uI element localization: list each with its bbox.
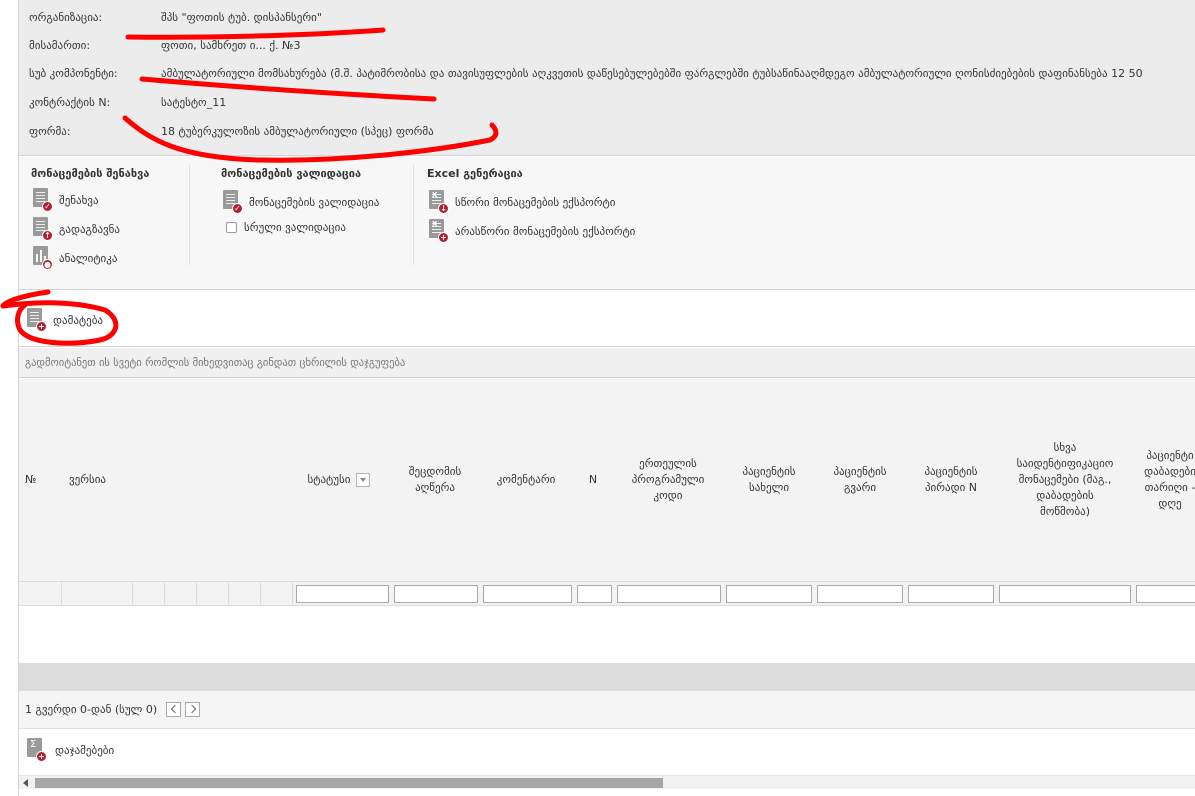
save-label: შენახვა bbox=[59, 193, 99, 207]
excel-export-icon: + bbox=[427, 219, 449, 243]
send-label: გადაგზავნა bbox=[59, 222, 121, 236]
grid-filter-row bbox=[19, 581, 1195, 606]
ribbon-group-validate: მონაცემების ვალიდაცია ✓ მონაცემების ვალი… bbox=[221, 157, 401, 290]
column-header-status[interactable]: სტატუსი bbox=[289, 379, 389, 581]
filter-cell bbox=[165, 582, 197, 605]
unit-code-filter-input[interactable] bbox=[617, 585, 721, 603]
add-label: დამატება bbox=[53, 313, 103, 327]
column-header-patient-surname[interactable]: პაციენტის გვარი bbox=[816, 379, 904, 581]
info-label: მისამართი: bbox=[29, 39, 91, 52]
analytics-label: ანალიტიკა bbox=[59, 251, 118, 265]
pager: 1 გვერდი 0-დან (სულ 0) bbox=[19, 691, 1195, 729]
analytics-button[interactable]: ● ანალიტიკა bbox=[31, 246, 117, 270]
group-panel-hint: გადმოიტანეთ ის სვეტი რომლის მიხედვითაც გ… bbox=[19, 348, 1195, 378]
grid-data-area bbox=[19, 607, 1195, 663]
main-frame: ორგანიზაცია: შპს "ფოთის ტუბ. დისპანსერი"… bbox=[18, 0, 1195, 796]
filter-cell bbox=[62, 582, 133, 605]
column-header-patient-birth-date[interactable]: პაციენტი დაბადები თარიღი - დღე bbox=[1135, 379, 1195, 581]
info-value: შპს "ფოთის ტუბ. დისპანსერი" bbox=[161, 11, 322, 24]
group-divider bbox=[189, 165, 190, 265]
ribbon-group-save: მონაცემების შენახვა ✓ შენახვა ↑ გადაგზავ… bbox=[31, 157, 181, 290]
save-doc-icon: ✓ bbox=[31, 188, 53, 212]
other-id-filter-input[interactable] bbox=[999, 585, 1131, 603]
filter-cell bbox=[197, 582, 229, 605]
status-filter-input[interactable] bbox=[296, 585, 389, 603]
scroll-left-icon[interactable] bbox=[23, 779, 28, 787]
totals-label: დაჯამებები bbox=[55, 743, 115, 757]
error-filter-input[interactable] bbox=[394, 585, 478, 603]
info-panel: ორგანიზაცია: შპს "ფოთის ტუბ. დისპანსერი"… bbox=[19, 0, 1195, 156]
grid-header: № ვერსია სტატუსი შეცდომის აღწერა კომენტარ… bbox=[19, 379, 1195, 581]
filter-cell bbox=[19, 582, 62, 605]
info-label: სუბ კომპონენტი: bbox=[29, 67, 118, 80]
info-label: კონტრაქტის N: bbox=[29, 96, 111, 109]
group-divider bbox=[413, 165, 414, 265]
add-button[interactable]: + დამატება bbox=[25, 308, 103, 332]
group-title: მონაცემების შენახვა bbox=[31, 167, 150, 180]
pager-summary: 1 გვერდი 0-დან (სულ 0) bbox=[25, 703, 158, 716]
filter-cell bbox=[229, 582, 261, 605]
export-correct-button[interactable]: ↓ სწორი მონაცემების ექსპორტი bbox=[427, 190, 615, 214]
column-header-other-identification[interactable]: სხვა საიდენტიფიკაციო მონაცემები (მაგ., დაბა… bbox=[998, 379, 1132, 581]
info-value: ამბულატორიული მომსახურება (მ.შ. პატიმრობ… bbox=[161, 67, 1143, 80]
column-header-version[interactable]: ვერსია bbox=[63, 379, 163, 581]
column-header-patient-name[interactable]: პაციენტის სახელი bbox=[725, 379, 813, 581]
patient-name-filter-input[interactable] bbox=[726, 585, 812, 603]
comment-filter-input[interactable] bbox=[483, 585, 572, 603]
export-incorrect-label: არასწორი მონაცემების ექსპორტი bbox=[455, 224, 636, 238]
horizontal-scrollbar[interactable] bbox=[19, 775, 1195, 789]
grid-toolbar: + დამატება bbox=[19, 291, 1195, 347]
totals-button[interactable]: + დაჯამებები bbox=[25, 738, 114, 762]
info-value: 18 ტუბერკულოზის ამბულატორიული (სპეც) ფორ… bbox=[161, 125, 434, 138]
info-value: სატესტო_11 bbox=[161, 96, 227, 109]
status-dropdown-icon[interactable] bbox=[356, 473, 371, 487]
column-header-n[interactable]: N bbox=[575, 379, 611, 581]
add-doc-icon: + bbox=[25, 308, 47, 332]
full-validation-checkbox[interactable]: სრული ვალიდაცია bbox=[221, 215, 346, 239]
column-header-error-description[interactable]: შეცდომის აღწერა bbox=[393, 379, 477, 581]
validate-label: მონაცემების ვალიდაცია bbox=[249, 195, 380, 209]
column-header-unit-program-code[interactable]: ერთეულის პროგრამული კოდი bbox=[615, 379, 721, 581]
info-label: ფორმა: bbox=[29, 125, 71, 138]
group-title: Excel გენერაცია bbox=[427, 167, 523, 180]
validate-doc-icon: ✓ bbox=[221, 190, 243, 214]
info-label: ორგანიზაცია: bbox=[29, 11, 103, 24]
export-incorrect-button[interactable]: + არასწორი მონაცემების ექსპორტი bbox=[427, 219, 635, 243]
export-correct-label: სწორი მონაცემების ექსპორტი bbox=[455, 195, 616, 209]
scrollbar-thumb[interactable] bbox=[35, 778, 663, 788]
sigma-icon: + bbox=[25, 738, 47, 762]
ribbon-toolbar: მონაცემების შენახვა ✓ შენახვა ↑ გადაგზავ… bbox=[19, 157, 1195, 290]
patient-id-filter-input[interactable] bbox=[908, 585, 994, 603]
pager-prev-button[interactable] bbox=[166, 702, 182, 717]
pager-next-button[interactable] bbox=[185, 702, 201, 717]
column-header-number[interactable]: № bbox=[19, 379, 61, 581]
send-button[interactable]: ↑ გადაგზავნა bbox=[31, 217, 120, 241]
analytics-chart-icon: ● bbox=[31, 246, 53, 270]
filter-cell bbox=[133, 582, 165, 605]
full-validation-label: სრული ვალიდაცია bbox=[244, 220, 346, 234]
patient-surname-filter-input[interactable] bbox=[817, 585, 903, 603]
n-filter-input[interactable] bbox=[577, 585, 612, 603]
ribbon-group-excel: Excel გენერაცია ↓ სწორი მონაცემების ექსპ… bbox=[427, 157, 687, 290]
validate-data-button[interactable]: ✓ მონაცემების ვალიდაცია bbox=[221, 190, 379, 214]
birth-date-filter-input[interactable] bbox=[1136, 585, 1195, 603]
grid-footer bbox=[19, 663, 1195, 691]
checkbox-icon[interactable] bbox=[226, 221, 237, 233]
save-button[interactable]: ✓ შენახვა bbox=[31, 188, 99, 212]
group-title: მონაცემების ვალიდაცია bbox=[221, 167, 362, 180]
filter-cell bbox=[261, 582, 293, 605]
send-doc-icon: ↑ bbox=[31, 217, 53, 241]
column-header-comment[interactable]: კომენტარი bbox=[481, 379, 571, 581]
info-value: ფოთი, სამხრეთ ი... ქ. №3 bbox=[161, 39, 301, 52]
column-header-patient-personal-id[interactable]: პაციენტის პირადი N bbox=[907, 379, 995, 581]
excel-export-icon: ↓ bbox=[427, 190, 449, 214]
